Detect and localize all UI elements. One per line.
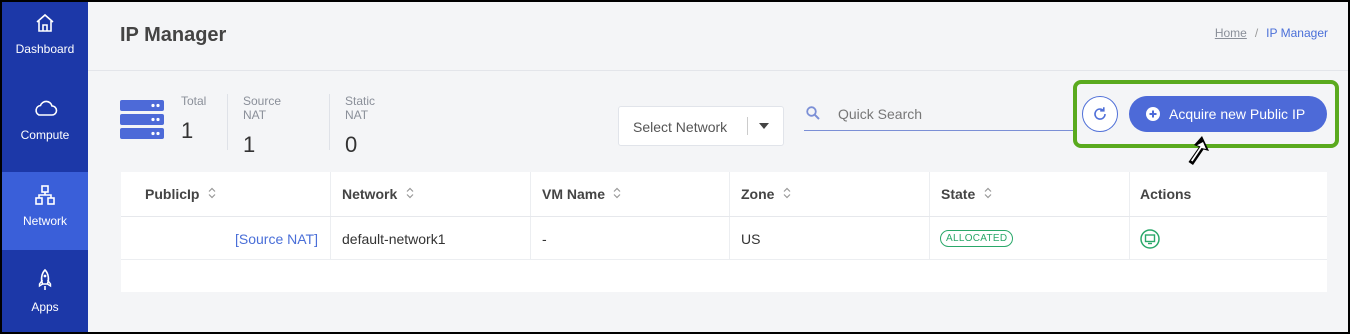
network-icon: [35, 185, 55, 205]
sort-icon: [406, 187, 414, 199]
status-badge: ALLOCATED: [940, 230, 1014, 247]
sidebar-item-label: Dashboard: [15, 42, 75, 56]
column-header-label: VM Name: [542, 186, 606, 202]
ip-table: PublicIp Network VM Name Zone State Acti…: [121, 172, 1327, 292]
breadcrumb-home-link[interactable]: Home: [1215, 26, 1247, 40]
sort-icon: [208, 187, 216, 199]
column-header-label: Actions: [1140, 186, 1192, 202]
column-header-label: Network: [342, 186, 398, 202]
stat-total: Total 1: [181, 94, 206, 150]
acquire-button-label: Acquire new Public IP: [1169, 106, 1306, 122]
stat-value: 1: [181, 118, 194, 143]
stat-label: Static NAT: [345, 94, 376, 122]
sidebar: Dashboard Compute Network Apps: [2, 2, 88, 332]
console-icon[interactable]: [1140, 229, 1160, 249]
cell-publicip: [Source NAT]: [121, 217, 330, 259]
stat-label: Source NAT: [243, 94, 282, 122]
column-header-publicip[interactable]: PublicIp: [121, 172, 330, 216]
stat-value: 0: [345, 132, 358, 157]
sidebar-item-label: Network: [22, 214, 67, 228]
app-frame: Dashboard Compute Network Apps IP Manage…: [2, 2, 1348, 332]
cell-zone: US: [729, 217, 929, 259]
search-icon: [806, 106, 820, 120]
refresh-button[interactable]: [1082, 96, 1118, 132]
column-header-actions: Actions: [1129, 172, 1327, 216]
cloud-icon: [35, 100, 58, 116]
column-header-label: PublicIp: [145, 186, 200, 202]
stat-divider: [329, 94, 330, 150]
column-header-zone[interactable]: Zone: [729, 172, 929, 216]
sidebar-item-apps[interactable]: Apps: [2, 258, 88, 332]
chevron-down-icon[interactable]: [759, 123, 769, 129]
cell-actions: [1129, 217, 1327, 259]
sidebar-item-label: Compute: [20, 128, 70, 142]
acquire-public-ip-button[interactable]: Acquire new Public IP: [1129, 96, 1327, 132]
table-header-row: PublicIp Network VM Name Zone State Acti…: [121, 172, 1327, 217]
table-row: [Source NAT] default-network1 - US ALLOC…: [121, 217, 1327, 260]
refresh-icon: [1094, 107, 1106, 120]
column-header-network[interactable]: Network: [330, 172, 530, 216]
sort-icon: [783, 187, 791, 199]
column-header-vm-name[interactable]: VM Name: [530, 172, 729, 216]
page-title: IP Manager: [120, 24, 227, 46]
column-header-state[interactable]: State: [929, 172, 1129, 216]
sidebar-item-dashboard[interactable]: Dashboard: [2, 2, 88, 80]
stat-value: 1: [243, 132, 256, 157]
sort-icon: [613, 187, 621, 199]
column-header-label: Zone: [741, 186, 775, 202]
cell-network: default-network1: [330, 217, 530, 259]
breadcrumb-separator: /: [1254, 26, 1259, 40]
source-nat-link[interactable]: [Source NAT]: [235, 231, 318, 247]
breadcrumb: Home / IP Manager: [1215, 26, 1328, 40]
network-select-value: Select Network: [633, 119, 728, 135]
stat-divider: [227, 94, 228, 150]
sidebar-item-network[interactable]: Network: [2, 172, 88, 250]
sidebar-item-label: Apps: [31, 300, 59, 314]
rocket-icon: [38, 268, 52, 290]
network-value: default-network1: [342, 231, 446, 247]
stat-source-nat: Source NAT 1: [243, 94, 282, 157]
cell-vm-name: -: [530, 217, 729, 259]
search-input[interactable]: [836, 102, 1060, 126]
vm-name-value: -: [542, 231, 547, 247]
network-select[interactable]: Select Network: [618, 106, 784, 146]
stat-label: Total: [181, 94, 207, 108]
select-divider: [747, 117, 748, 135]
quick-search: [804, 98, 1074, 131]
home-icon: [36, 13, 54, 32]
breadcrumb-current: IP Manager: [1266, 26, 1328, 40]
servers-icon: [120, 100, 164, 139]
page-header: IP Manager Home / IP Manager: [88, 2, 1348, 71]
sort-icon: [984, 187, 992, 199]
stat-static-nat: Static NAT 0: [345, 94, 376, 157]
zone-value: US: [741, 231, 761, 247]
plus-circle-icon: [1146, 107, 1160, 121]
column-header-label: State: [941, 186, 976, 202]
pointer-arrow-icon: [1188, 136, 1209, 165]
sidebar-item-compute[interactable]: Compute: [2, 88, 88, 166]
cell-state: ALLOCATED: [929, 217, 1129, 259]
